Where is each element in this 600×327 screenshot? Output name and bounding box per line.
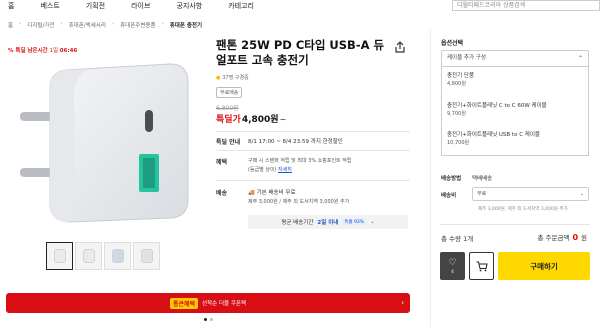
price-label: 특딜가 bbox=[216, 115, 241, 125]
breadcrumb-sep: › bbox=[19, 21, 22, 27]
chevron-up-icon: ⌃ bbox=[577, 55, 583, 62]
promo-banner[interactable]: 통큰혜택 선착순 더블 쿠폰팩 › bbox=[6, 293, 410, 313]
divider bbox=[440, 224, 590, 225]
benefit-line1: 구매 시 스탠퍼 적립 및 최대 3% 쇼핑포인트 적립 bbox=[248, 158, 352, 164]
total-amount: 총 주문금액 0 원 bbox=[537, 232, 587, 242]
like-count: 4 bbox=[451, 269, 454, 274]
free-shipping-badge: 무료배송 bbox=[216, 87, 243, 98]
total-amount-value: 0 bbox=[572, 233, 579, 242]
ship-fee-label: 배송비 bbox=[441, 193, 457, 199]
like-button[interactable]: ♡ 4 bbox=[440, 252, 465, 280]
divider bbox=[216, 150, 410, 151]
option-select-label: 케이블 추가 구성 bbox=[447, 55, 486, 61]
nav-category[interactable]: 카테고리 bbox=[228, 1, 254, 11]
breadcrumb-sep: › bbox=[60, 21, 63, 27]
eye-icon: ● bbox=[216, 74, 221, 81]
viewer-count: ● 37명 구경중 bbox=[216, 74, 249, 82]
option-select[interactable]: 케이블 추가 구성 ⌃ bbox=[441, 50, 589, 67]
option-price: 9,700원 bbox=[447, 111, 466, 117]
nav-home[interactable]: 홈 bbox=[8, 1, 14, 11]
total-amount-label: 총 주문금액 bbox=[537, 234, 570, 242]
promo-text: 선착순 더블 쿠폰팩 bbox=[202, 301, 247, 307]
option-name: 충전기 단품 bbox=[447, 73, 475, 79]
nav-live[interactable]: 라이브 bbox=[131, 1, 150, 11]
ship-method-value: 택배배송 bbox=[472, 176, 493, 182]
carousel-dots bbox=[204, 318, 213, 321]
avg-delivery-tag: 특출 93% bbox=[342, 219, 367, 225]
breadcrumb-current[interactable]: 휴대폰 충전기 bbox=[170, 21, 202, 29]
option-title: 옵션선택 bbox=[441, 40, 464, 47]
breadcrumb: 홈 › 디지털/가전 › 휴대폰/액세서리 › 휴대폰주변용품 › 휴대폰 충전기 bbox=[8, 21, 202, 29]
delivery-line1: 기본 배송비 무료 bbox=[256, 190, 296, 196]
breadcrumb-item[interactable]: 휴대폰/액세서리 bbox=[69, 21, 106, 29]
benefit-line2-wrap: (등급별 상이) 자세히 bbox=[248, 166, 292, 173]
avg-delivery-box[interactable]: 평균 배송기간 2일 이내 특출 93% ⌄ bbox=[248, 215, 408, 229]
benefit-label: 혜택 bbox=[216, 159, 228, 166]
special-info-label: 특딜 안내 bbox=[216, 139, 241, 146]
delivery-line2: 제주 3,000원 / 제주 외 도서지역 3,000원 추가 bbox=[248, 199, 350, 205]
price-row: 특딜가 4,800원 ~ bbox=[216, 112, 286, 125]
thumbnail-3[interactable] bbox=[104, 242, 131, 270]
thumbnail-strip bbox=[46, 242, 160, 270]
breadcrumb-sep: › bbox=[111, 21, 115, 27]
breadcrumb-item[interactable]: 디지털/가전 bbox=[27, 21, 54, 29]
benefit-line2: (등급별 상이) bbox=[248, 167, 277, 173]
option-list: 충전기 단품 4,800원 충전기+화이트플레닛 C to C 60W 케이블 … bbox=[441, 66, 589, 156]
avg-delivery-label: 평균 배송기간 bbox=[281, 220, 314, 226]
carousel-dot[interactable] bbox=[210, 318, 213, 321]
panel-divider bbox=[430, 30, 431, 327]
heart-icon: ♡ bbox=[448, 258, 457, 268]
thumbnail-1[interactable] bbox=[46, 242, 73, 270]
total-quantity: 총 수량 1개 bbox=[441, 235, 474, 243]
ship-fee-note: 제주 3,000원, 제주 외 도서지역 3,000원 추가 bbox=[478, 207, 568, 212]
option-name: 충전기+화이트플레닛 C to C 60W 케이블 bbox=[447, 103, 547, 109]
delivery-line1-wrap: 🚚 기본 배송비 무료 bbox=[248, 188, 296, 196]
chevron-down-icon: ⌄ bbox=[579, 191, 584, 197]
buy-button[interactable]: 구매하기 bbox=[498, 252, 590, 280]
ship-fee-select[interactable]: 무료 ⌄ bbox=[472, 187, 589, 201]
viewer-count-text: 37명 구경중 bbox=[222, 75, 249, 81]
product-title: 팬톤 25W PD C타입 USB-A 듀얼포트 고속 충전기 bbox=[216, 38, 385, 67]
breadcrumb-sep: › bbox=[161, 21, 164, 27]
breadcrumb-item[interactable]: 홈 bbox=[8, 21, 13, 29]
price-suffix: ~ bbox=[279, 115, 287, 124]
original-price: 6,800원 bbox=[216, 105, 239, 112]
breadcrumb-item[interactable]: 휴대폰주변용품 bbox=[120, 21, 155, 29]
delivery-label: 배송 bbox=[216, 190, 228, 197]
cart-button[interactable] bbox=[469, 252, 494, 280]
option-name: 충전기+화이트플레닛 USB to C 케이블 bbox=[447, 132, 540, 138]
option-item-1[interactable]: 충전기 단품 4,800원 bbox=[447, 72, 474, 88]
divider bbox=[216, 131, 410, 132]
avg-delivery-value: 2일 이내 bbox=[317, 220, 339, 226]
carousel-dot[interactable] bbox=[204, 318, 207, 321]
sale-price: 4,800원 bbox=[241, 115, 279, 125]
thumbnail-2[interactable] bbox=[75, 242, 102, 270]
chevron-right-icon: › bbox=[401, 299, 404, 307]
option-price: 10,700원 bbox=[447, 140, 470, 146]
chevron-down-icon: ⌄ bbox=[370, 219, 375, 225]
total-amount-unit: 원 bbox=[581, 234, 587, 242]
ship-method-label: 배송방법 bbox=[441, 176, 462, 182]
cart-icon bbox=[476, 261, 488, 271]
nav-exhibition[interactable]: 기획전 bbox=[86, 1, 105, 11]
search-input[interactable]: 디월티패드코리아 상품검색 bbox=[452, 0, 600, 11]
nav-best[interactable]: 베스트 bbox=[40, 1, 59, 11]
option-item-2[interactable]: 충전기+화이트플레닛 C to C 60W 케이블 9,700원 bbox=[447, 102, 547, 118]
benefit-detail-link[interactable]: 자세히 bbox=[278, 167, 292, 173]
ship-fee-value: 무료 bbox=[477, 191, 487, 197]
share-icon[interactable] bbox=[393, 40, 407, 54]
truck-icon: 🚚 bbox=[248, 190, 255, 196]
thumbnail-4[interactable] bbox=[133, 242, 160, 270]
promo-badge: 통큰혜택 bbox=[169, 297, 199, 309]
nav-notice[interactable]: 공지사항 bbox=[176, 1, 202, 11]
product-image[interactable] bbox=[20, 50, 210, 230]
special-info-text: 8/1 17:00 ~ 8/4 23:59 까지 한정할인 bbox=[248, 139, 343, 145]
option-price: 4,800원 bbox=[447, 81, 466, 87]
divider bbox=[216, 180, 410, 181]
option-item-3[interactable]: 충전기+화이트플레닛 USB to C 케이블 10,700원 bbox=[447, 131, 540, 147]
